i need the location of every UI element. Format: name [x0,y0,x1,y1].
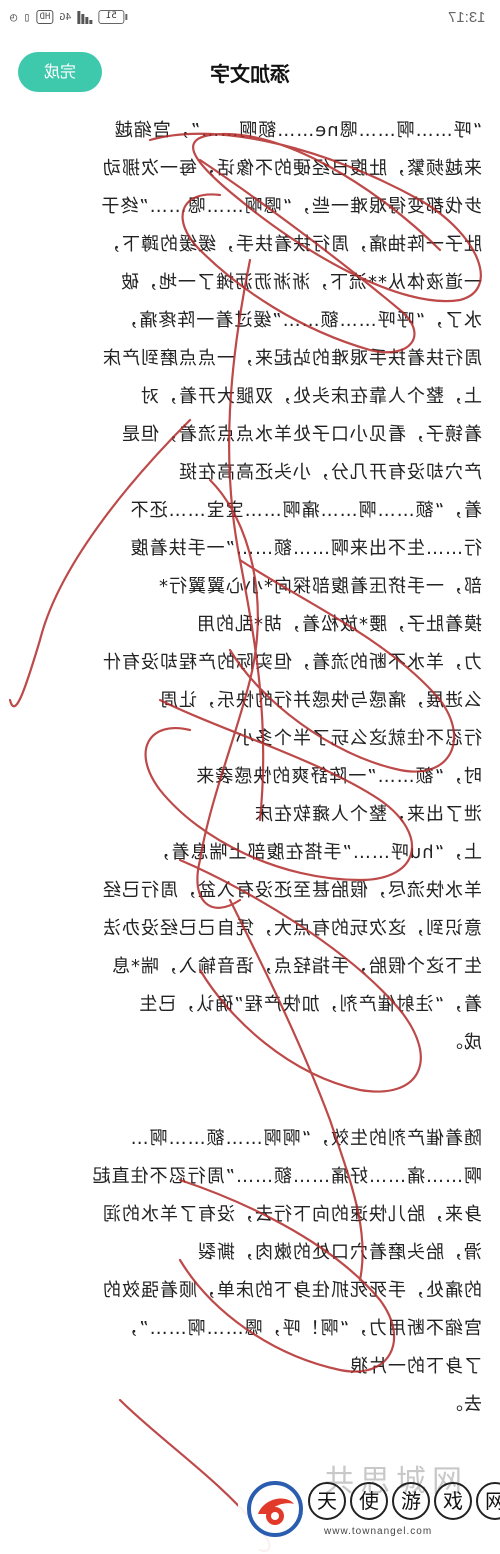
alarm-icon: ◷ [10,10,18,24]
battery-icon: 51 [98,10,125,24]
text-line: 上，整个人靠在床头处，双腿大开着，对 [140,386,482,407]
paragraph-2: 随着催产剂的生效，“啊啊……额……啊… 啊……痛……好痛……额……”周行忍不住直… [22,1120,482,1424]
text-line: 摸着肚子，腰*放松着，胡*乱的用 [196,614,482,635]
text-line: 行……生不出来啊……额……”一手扶着腹 [129,538,482,559]
watermark-char: 游 [392,1482,430,1520]
text-line: 成。 [444,1032,482,1053]
text-line: 滑，胎头磨着穴口处的嫩肉，撕裂 [197,1242,482,1263]
signal-icon [77,10,93,24]
text-line: 羊水快流尽，假胎甚至还没有入盆，周行已经 [102,880,482,901]
text-editor-area[interactable]: “呼……啊……嗯ne……额啊……”，宫缩越 来越频繁，肚腹已经硬的不像话，每一次… [22,112,482,1424]
vibrate-icon: ▯ [23,10,31,24]
paragraph-1: “呼……啊……嗯ne……额啊……”，宫缩越 来越频繁，肚腹已经硬的不像话，每一次… [22,112,482,1062]
text-line: 一道液体从**流下，淅淅沥沥摊了一地，破 [120,272,482,293]
watermark-chars: 天 使 游 戏 网 [308,1482,500,1520]
text-line: 泄了出来，整个人瘫软在床 [254,804,482,825]
page-title: 添加文字 [0,58,500,87]
text-line: 啊……痛……好痛……额……”周行忍不住直起 [91,1166,482,1187]
text-line: 来越频繁，肚腹已经硬的不像话，每一次挪动 [102,158,482,179]
watermark-logo-icon [247,1481,303,1537]
text-line: 随着催产剂的生效，“啊啊……额……啊… [129,1128,482,1149]
text-line: 生下这个假胎，手指轻点，语音输入，喘*息 [111,956,482,977]
text-line: 行忍不住就这么玩了半个多小 [235,728,482,749]
text-line: “呼……啊……嗯ne……额啊……”，宫缩越 [113,120,482,141]
hd-badge: HD [36,10,54,24]
text-line: 意识到，这次玩的有点大，凭自己已经没办法 [102,918,482,939]
page-title-text: 添加文字 [210,62,290,86]
watermark: 共思城网 天 使 游 戏 网 www.townangel.com [238,1462,500,1554]
text-line: 周行扶着扶手艰难的站起来，一点点磨到产床 [102,348,482,369]
text-line: 肚子一阵抽痛，周行扶着扶手，缓缓的蹲下， [102,234,482,255]
watermark-char: 网 [476,1482,500,1520]
network-type: 4G [59,11,72,23]
text-line: 么进展，痛感与快感并行的快乐，让周 [159,690,482,711]
text-line: 时，“额……”一阵舒爽的快感袭来 [195,766,482,787]
text-line: 步伐都变得艰难一些，“嗯啊……嗯……”终于 [100,196,482,217]
text-line: 产穴却没有开几分，小头还高高在挺 [178,462,482,483]
text-line: 了身下的一片狼 [349,1356,482,1377]
status-time: 13:17 [448,9,486,26]
text-line: 去。 [444,1394,482,1415]
text-line: 宫缩不断用力，“啊！呼，嗯……啊……”， [119,1318,482,1339]
watermark-char: 戏 [434,1482,472,1520]
text-line: 身来，胎儿快速的向下行去，没有了羊水的润 [102,1204,482,1225]
text-line: 着镜子，看见小口子处羊水点点流着，但是 [121,424,482,445]
battery-level: 51 [105,11,117,21]
watermark-char: 使 [350,1482,388,1520]
header: 完成 添加文字 [0,34,500,110]
text-line: 水了，“呼呼……额……”缓过着一阵疼痛， [119,310,482,331]
text-line: 着，“注射催产剂，加快产程”确认，已生 [138,994,482,1015]
text-line: 力，羊水不断的流着，但实际的产程却没有什 [102,652,482,673]
text-line: 着，“额……啊……痛啊……宝宝……还不 [129,500,482,521]
status-bar: 51 4G HD ▯ ◷ 13:17 [0,0,500,34]
status-icons: 51 4G HD ▯ ◷ [10,8,125,26]
watermark-url: www.townangel.com [324,1526,433,1537]
text-line: 的痛处，手死死抓住身下的床单，顺着强效的 [102,1280,482,1301]
watermark-char: 天 [308,1482,346,1520]
text-line: 上，“hu呼……”手搭在腹部上喘息着， [151,842,482,863]
text-line: 部，一手挤压着腹部探向*小心翼翼行* [158,576,482,597]
